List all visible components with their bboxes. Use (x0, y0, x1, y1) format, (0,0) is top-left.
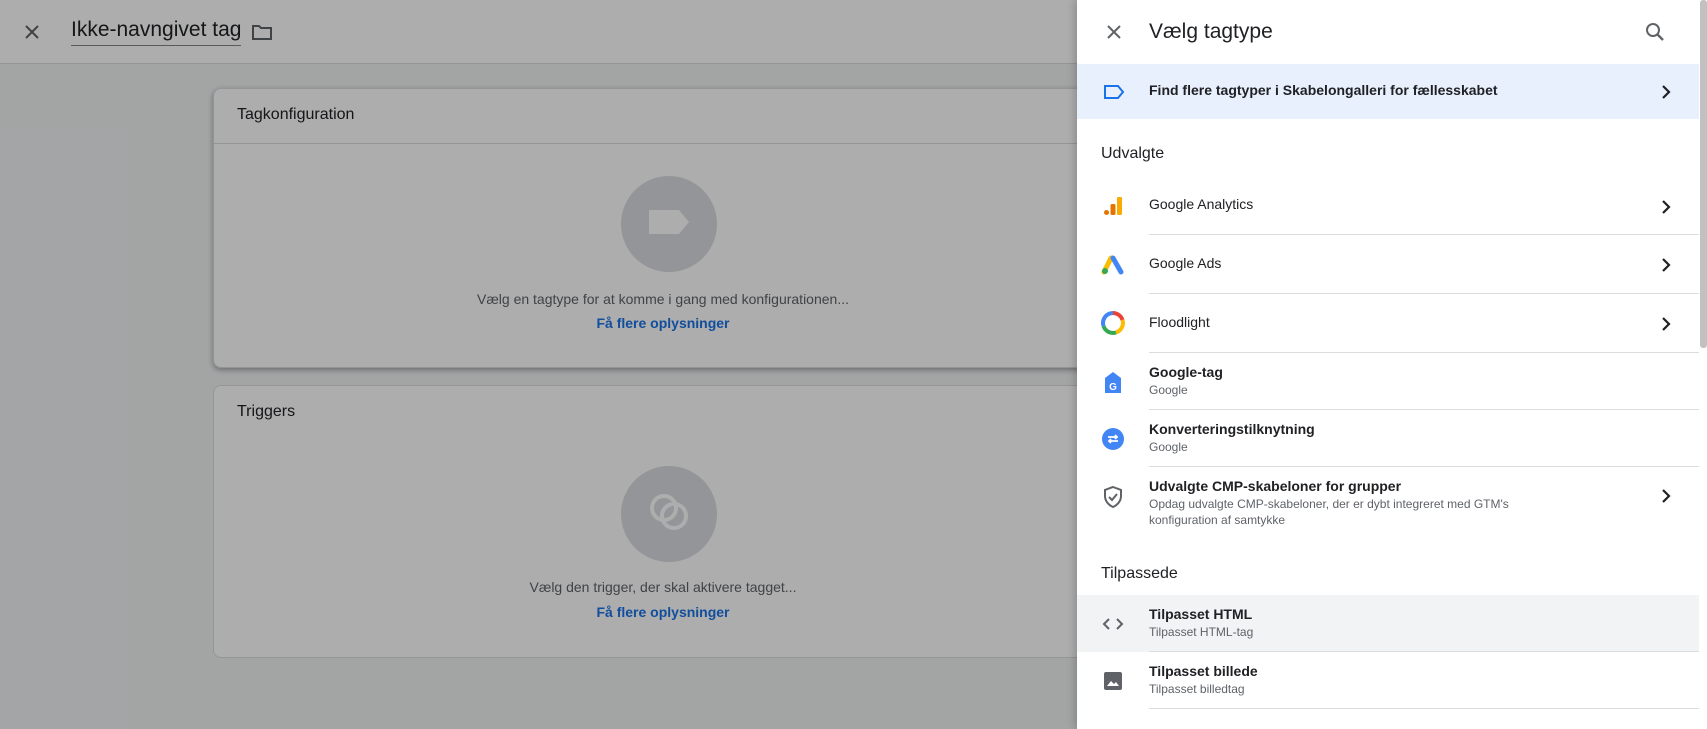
list-divider (1149, 708, 1699, 709)
list-item-floodlight[interactable]: Floodlight (1077, 294, 1699, 353)
google-ads-icon (1100, 251, 1126, 277)
list-item-label: Tilpasset billede (1149, 663, 1258, 679)
list-item-sublabel: Tilpasset HTML-tag (1149, 625, 1254, 639)
list-item-google-analytics[interactable]: Google Analytics (1077, 178, 1699, 235)
chevron-right-icon (1654, 80, 1678, 109)
list-item-sublabel: Google (1149, 440, 1188, 454)
google-tag-icon: G (1100, 370, 1126, 396)
list-item-label: Google Analytics (1149, 196, 1254, 212)
list-item-label: Udvalgte CMP-skabeloner for grupper (1149, 478, 1402, 494)
chevron-right-icon (1654, 312, 1678, 341)
featured-heading: Udvalgte (1101, 145, 1165, 162)
tag-type-panel: Vælg tagtype Find flere tagtyper i Skabe… (1077, 0, 1707, 729)
list-item-sublabel: Google (1149, 383, 1188, 397)
image-icon (1100, 668, 1126, 694)
shield-check-icon (1100, 484, 1126, 510)
list-item-custom-image[interactable]: Tilpasset billede Tilpasset billedtag (1077, 652, 1699, 709)
panel-title: Vælg tagtype (1149, 20, 1273, 43)
panel-scrollbar[interactable] (1700, 0, 1707, 348)
conversion-linker-icon (1100, 426, 1126, 452)
panel-header: Vælg tagtype (1077, 0, 1707, 64)
chevron-right-icon (1654, 253, 1678, 282)
list-item-sublabel: Opdag udvalgte CMP-skabeloner, der er dy… (1149, 497, 1509, 527)
list-item-sublabel: Tilpasset billedtag (1149, 682, 1245, 696)
list-item-label: Tilpasset HTML (1149, 606, 1253, 622)
community-gallery-label: Find flere tagtyper i Skabelongalleri fo… (1149, 82, 1498, 98)
google-analytics-icon (1100, 193, 1126, 219)
list-item-google-tag[interactable]: G Google-tag Google (1077, 353, 1699, 410)
list-item-label: Floodlight (1149, 314, 1210, 330)
list-item-label: Google Ads (1149, 255, 1222, 271)
code-icon (1100, 611, 1126, 637)
list-item-label: Google-tag (1149, 364, 1223, 380)
tag-outline-icon (1102, 81, 1126, 103)
floodlight-icon (1100, 310, 1126, 336)
list-item-custom-html[interactable]: Tilpasset HTML Tilpasset HTML-tag (1077, 595, 1699, 652)
community-gallery-link[interactable]: Find flere tagtyper i Skabelongalleri fo… (1077, 64, 1699, 119)
list-item-google-ads[interactable]: Google Ads (1077, 235, 1699, 294)
modal-scrim[interactable] (0, 0, 1077, 729)
list-item-conversion-linker[interactable]: Konverteringstilknytning Google (1077, 410, 1699, 467)
list-item-label: Konverteringstilknytning (1149, 421, 1315, 437)
svg-text:G: G (1109, 382, 1117, 393)
chevron-right-icon (1654, 484, 1678, 513)
list-item-cmp-templates[interactable]: Udvalgte CMP-skabeloner for grupper Opda… (1077, 467, 1699, 533)
search-icon[interactable] (1643, 20, 1667, 44)
custom-heading: Tilpassede (1101, 565, 1178, 582)
close-panel-icon[interactable] (1102, 20, 1126, 44)
chevron-right-icon (1654, 195, 1678, 224)
